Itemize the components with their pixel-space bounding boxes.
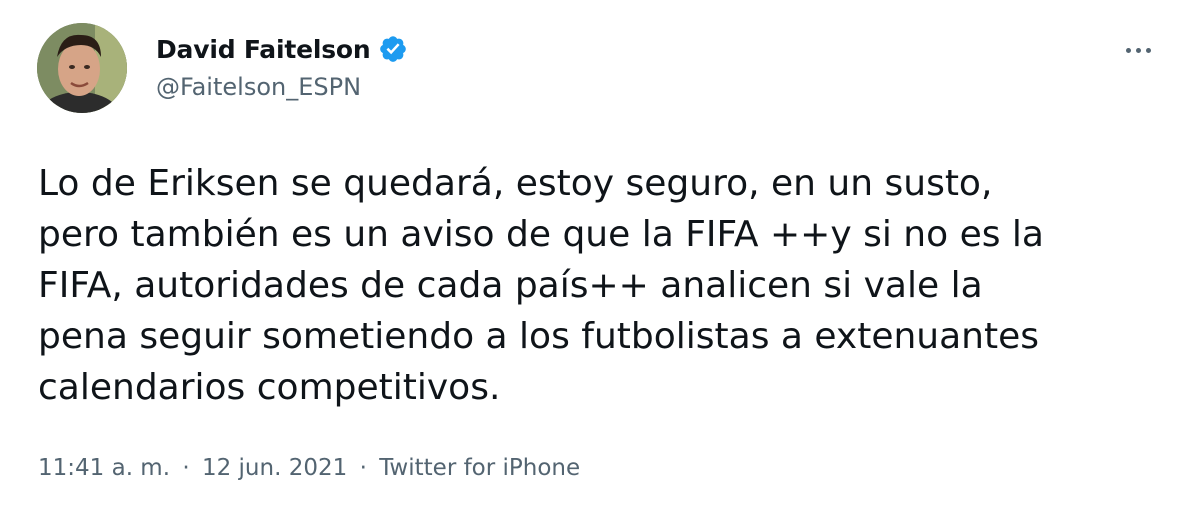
avatar-photo	[37, 23, 127, 113]
more-dot	[1145, 47, 1151, 53]
avatar[interactable]	[37, 23, 127, 113]
more-dot	[1135, 47, 1141, 53]
meta-separator: ·	[359, 455, 367, 481]
tweet-metadata: 11:41 a. m. · 12 jun. 2021 · Twitter for…	[38, 455, 580, 481]
author-display-name[interactable]: David Faitelson	[156, 35, 371, 64]
tweet-source[interactable]: Twitter for iPhone	[379, 455, 580, 481]
author-name-row: David Faitelson	[156, 32, 408, 66]
author-handle[interactable]: @Faitelson_ESPN	[156, 73, 361, 101]
tweet-text: Lo de Eriksen se quedará, estoy seguro, …	[38, 158, 1168, 413]
tweet-text-line: Lo de Eriksen se quedará, estoy seguro, …	[38, 163, 993, 204]
tweet-card: David Faitelson @Faitelson_ESPN Lo de Er…	[0, 0, 1200, 520]
meta-separator: ·	[182, 455, 190, 481]
more-dot	[1125, 47, 1131, 53]
tweet-text-line: pero también es un aviso de que la FIFA …	[38, 214, 1044, 255]
tweet-text-line: calendarios competitivos.	[38, 367, 501, 408]
more-horizontal-icon[interactable]	[1118, 36, 1158, 64]
tweet-text-line: FIFA, autoridades de cada país++ analice…	[38, 265, 983, 306]
verified-badge-icon	[378, 34, 408, 64]
tweet-time[interactable]: 11:41 a. m.	[38, 455, 170, 481]
tweet-text-line: pena seguir sometiendo a los futbolistas…	[38, 316, 1040, 357]
tweet-date[interactable]: 12 jun. 2021	[202, 455, 347, 481]
